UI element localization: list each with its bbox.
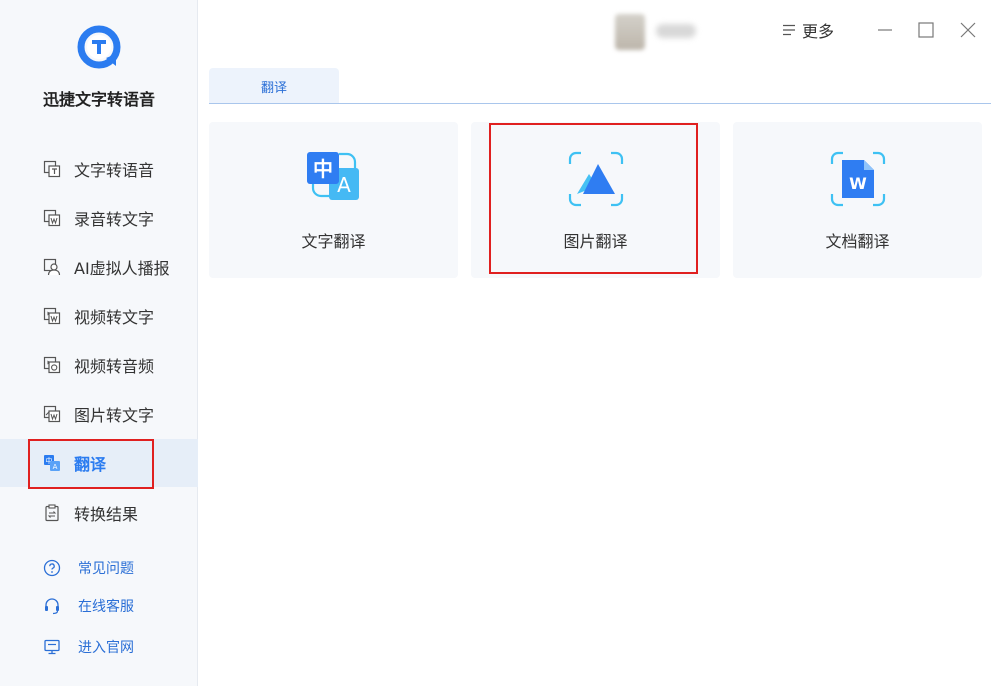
card-text-translate-label: 文字翻译 (301, 232, 366, 251)
sidebar-item-label: 文字转语音 (74, 161, 155, 180)
sidebar-item-label: 视频转文字 (74, 308, 155, 327)
sidebar: 迅捷文字转语音 文字转语音 录音转文字 AI虚拟人播报 视频转文字 视频转音频 … (0, 0, 198, 686)
question-icon (42, 558, 62, 578)
sidebar-item-recording-to-text[interactable]: 录音转文字 (0, 194, 198, 242)
video-to-audio-icon (42, 355, 62, 375)
sidebar-item-translate[interactable]: 中A 翻译 (0, 439, 198, 487)
translate-icon: 中A (42, 453, 62, 473)
svg-text:A: A (53, 463, 58, 471)
image-translate-icon (568, 151, 624, 207)
more-menu-button[interactable]: 更多 (782, 18, 834, 42)
app-logo-icon (77, 25, 121, 69)
help-online-support-label: 在线客服 (78, 599, 134, 615)
recording-to-text-icon (42, 208, 62, 228)
sidebar-item-label: 翻译 (74, 455, 107, 474)
sidebar-item-label: 转换结果 (74, 505, 139, 524)
monitor-icon (42, 637, 62, 657)
card-text-translate[interactable]: A 中 文字翻译 (209, 122, 458, 278)
app-window: 迅捷文字转语音 文字转语音 录音转文字 AI虚拟人播报 视频转文字 视频转音频 … (0, 0, 1003, 686)
help-online-support[interactable]: 在线客服 (0, 591, 198, 621)
text-to-speech-icon (42, 159, 62, 179)
video-to-text-icon (42, 306, 62, 326)
more-menu-label: 更多 (802, 22, 835, 41)
sidebar-item-label: AI虚拟人播报 (74, 259, 170, 278)
close-button[interactable] (954, 16, 982, 44)
minimize-icon (878, 29, 892, 31)
results-icon (42, 503, 62, 523)
svg-text:中: 中 (313, 157, 333, 181)
ai-avatar-icon (42, 257, 62, 277)
avatar[interactable] (615, 14, 645, 50)
svg-text:A: A (337, 173, 351, 197)
tab-translate[interactable]: 翻译 (209, 68, 339, 104)
username-blurred (656, 24, 696, 38)
help-faq[interactable]: 常见问题 (0, 553, 198, 583)
sidebar-item-ai-avatar[interactable]: AI虚拟人播报 (0, 243, 198, 291)
card-document-translate[interactable]: W 文档翻译 (733, 122, 982, 278)
help-official-website[interactable]: 进入官网 (0, 632, 198, 662)
close-icon (960, 22, 976, 38)
help-official-website-label: 进入官网 (78, 640, 134, 656)
help-faq-label: 常见问题 (78, 561, 134, 577)
sidebar-item-image-to-text[interactable]: 图片转文字 (0, 390, 198, 438)
app-name: 迅捷文字转语音 (42, 90, 155, 109)
sidebar-item-label: 图片转文字 (74, 406, 155, 425)
document-translate-icon: W (830, 151, 886, 207)
minimize-button[interactable] (871, 16, 899, 44)
image-to-text-icon (42, 404, 62, 424)
sidebar-item-label: 录音转文字 (74, 210, 155, 229)
sidebar-item-label: 视频转音频 (74, 357, 155, 376)
card-document-translate-label: 文档翻译 (825, 232, 890, 251)
sidebar-item-text-to-speech[interactable]: 文字转语音 (0, 145, 198, 193)
svg-text:W: W (849, 174, 867, 193)
maximize-icon (918, 22, 934, 38)
headset-icon (42, 596, 62, 616)
card-image-translate-label: 图片翻译 (563, 232, 628, 251)
sidebar-item-video-to-text[interactable]: 视频转文字 (0, 292, 198, 340)
maximize-button[interactable] (912, 16, 940, 44)
sidebar-item-video-to-audio[interactable]: 视频转音频 (0, 341, 198, 389)
tab-divider (209, 103, 991, 104)
text-translate-icon: A 中 (307, 152, 359, 200)
menu-icon (783, 24, 795, 36)
sidebar-item-results[interactable]: 转换结果 (0, 489, 198, 537)
card-image-translate[interactable]: 图片翻译 (471, 122, 720, 278)
